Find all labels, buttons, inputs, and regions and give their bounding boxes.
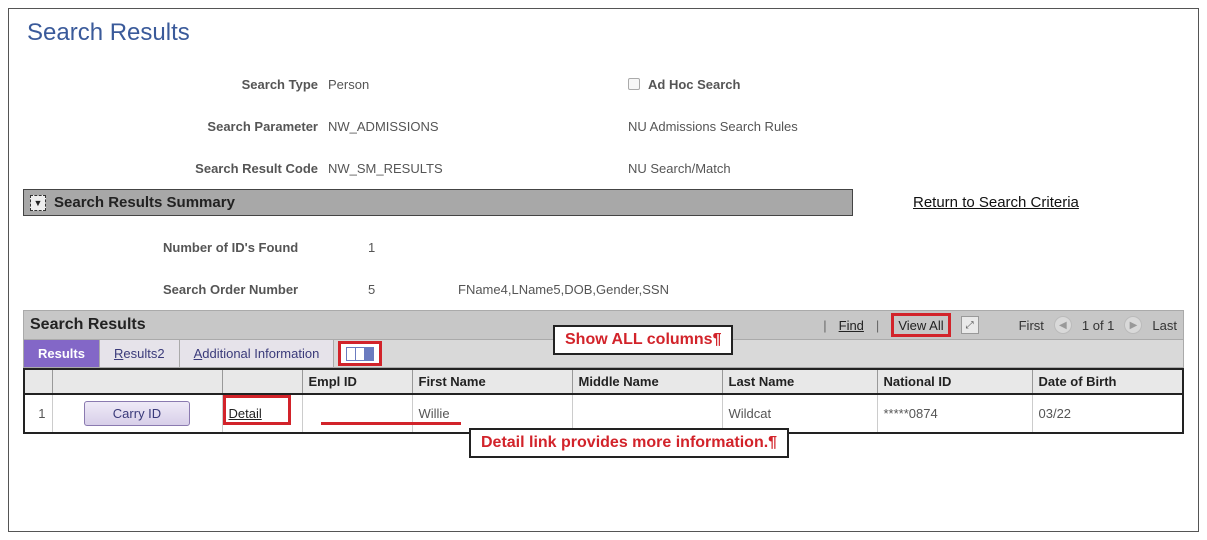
results-table: Empl ID First Name Middle Name Last Name…	[23, 368, 1184, 434]
callout-detail-link: Detail link provides more information.¶	[469, 428, 789, 458]
search-type-value: Person	[328, 77, 628, 92]
return-to-criteria-link[interactable]: Return to Search Criteria	[913, 194, 1079, 211]
prev-icon[interactable]: ◀	[1054, 316, 1072, 334]
callout-show-all-text: Show ALL columns	[565, 331, 713, 348]
table-header-row: Empl ID First Name Middle Name Last Name…	[24, 369, 1183, 394]
find-link[interactable]: Find	[839, 318, 864, 333]
search-type-label: Search Type	[163, 77, 328, 92]
tab-results2[interactable]: Results2	[100, 340, 180, 367]
show-all-columns-button[interactable]	[338, 341, 382, 366]
detail-link[interactable]: Detail	[229, 406, 262, 421]
col-national-id[interactable]: National ID	[877, 369, 1032, 394]
annotation-underline	[321, 422, 461, 425]
adhoc-label: Ad Hoc Search	[648, 77, 740, 92]
carry-id-button[interactable]: Carry ID	[84, 401, 190, 426]
cell-dob: 03/22	[1032, 394, 1183, 433]
next-icon[interactable]: ▶	[1124, 316, 1142, 334]
grid-title: Search Results	[30, 316, 146, 334]
row-number: 1	[24, 394, 52, 433]
tab-additional-information[interactable]: Additional Information	[180, 340, 335, 367]
search-result-code-desc: NU Search/Match	[628, 161, 731, 176]
ids-found-label: Number of ID's Found	[163, 240, 368, 255]
col-first-name[interactable]: First Name	[412, 369, 572, 394]
cell-empl-id	[302, 394, 412, 433]
view-all-link[interactable]: View All	[891, 313, 950, 337]
search-result-code-value: NW_SM_RESULTS	[328, 161, 628, 176]
tab-results2-accel: R	[114, 346, 123, 361]
ids-found-value: 1	[368, 240, 458, 255]
callout-detail-text: Detail link provides more information.	[481, 434, 768, 451]
tab-addl-label: dditional Information	[202, 346, 319, 361]
summary-title: Search Results Summary	[54, 194, 235, 211]
order-number-label: Search Order Number	[163, 282, 368, 297]
tab-results2-label: esults2	[123, 346, 164, 361]
col-last-name[interactable]: Last Name	[722, 369, 877, 394]
search-parameter-label: Search Parameter	[163, 119, 328, 134]
col-empl-id[interactable]: Empl ID	[302, 369, 412, 394]
order-number-value: 5	[368, 282, 458, 297]
search-result-code-label: Search Result Code	[163, 161, 328, 176]
summary-header: ▼ Search Results Summary	[23, 189, 853, 216]
info-section: Search Type Person Ad Hoc Search Search …	[163, 63, 1184, 189]
col-dob[interactable]: Date of Birth	[1032, 369, 1183, 394]
tab-addl-accel: A	[194, 346, 203, 361]
search-parameter-value: NW_ADMISSIONS	[328, 119, 628, 134]
col-middle-name[interactable]: Middle Name	[572, 369, 722, 394]
page-title: Search Results	[27, 19, 1184, 47]
collapse-icon[interactable]: ▼	[30, 195, 46, 211]
order-desc: FName4,LName5,DOB,Gender,SSN	[458, 282, 669, 297]
tab-results[interactable]: Results	[24, 340, 100, 367]
first-label: First	[1019, 318, 1044, 333]
search-parameter-desc: NU Admissions Search Rules	[628, 119, 798, 134]
zoom-icon[interactable]: ⤢	[961, 316, 979, 334]
adhoc-checkbox[interactable]	[628, 78, 640, 90]
cell-national-id: *****0874	[877, 394, 1032, 433]
callout-show-all-columns: Show ALL columns¶	[553, 325, 733, 355]
row-counter: 1 of 1	[1082, 318, 1115, 333]
last-label: Last	[1152, 318, 1177, 333]
summary-body: Number of ID's Found 1 Search Order Numb…	[163, 226, 1184, 310]
